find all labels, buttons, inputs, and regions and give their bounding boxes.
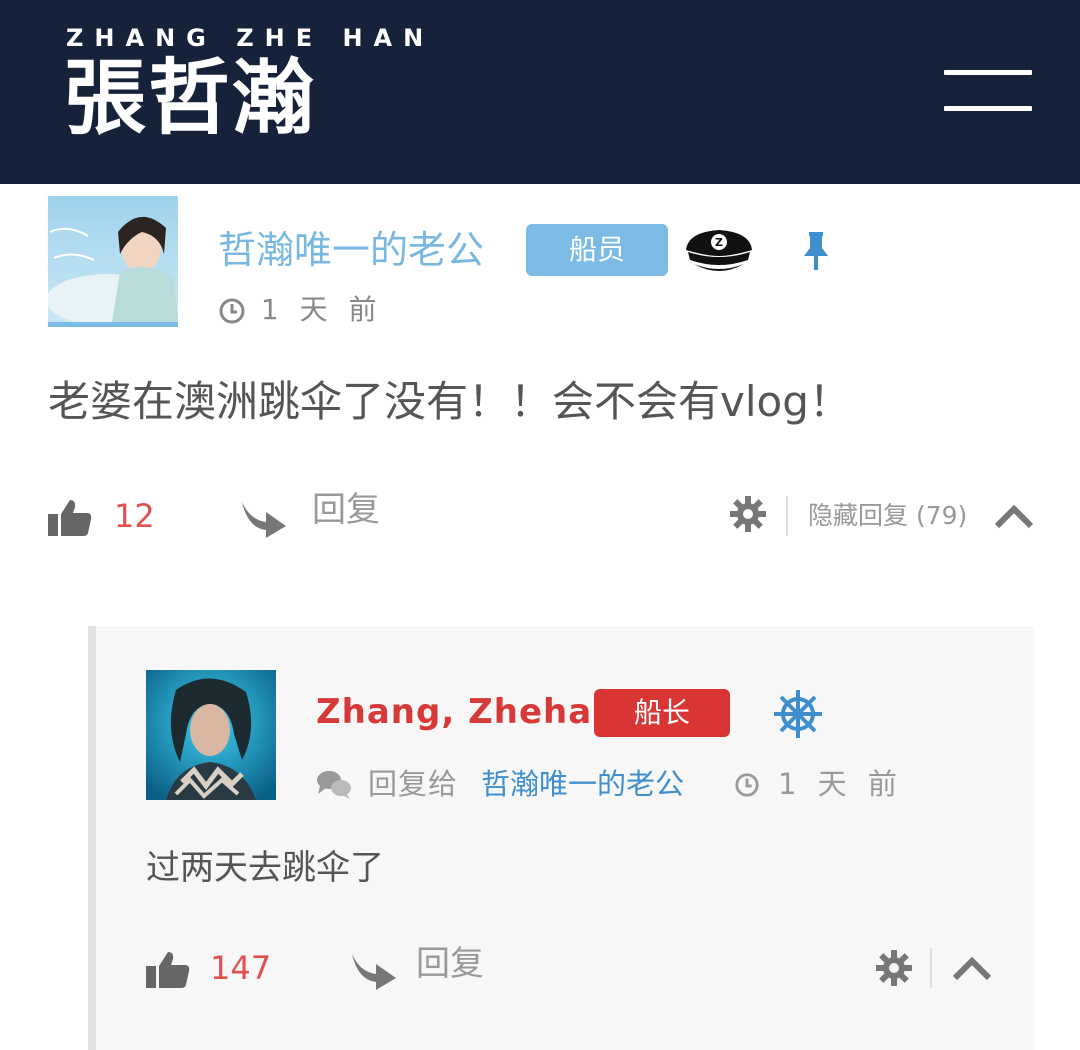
- reply-username[interactable]: Zhang, Zhehan: [316, 688, 617, 736]
- like-count: 147: [210, 949, 272, 987]
- reply-arrow-icon[interactable]: [240, 498, 288, 538]
- role-badge: 船长: [594, 689, 730, 737]
- thumbs-up-icon[interactable]: [48, 498, 92, 538]
- site-header: ZHANG ZHE HAN 張哲瀚: [0, 0, 1080, 184]
- svg-text:Z: Z: [715, 236, 723, 249]
- comment-meta: 1 天 前: [218, 290, 383, 330]
- reply-time: 1 天 前: [778, 767, 903, 801]
- clock-icon: [219, 298, 245, 324]
- gear-icon[interactable]: [730, 496, 766, 532]
- reply-button[interactable]: 回复: [312, 482, 380, 538]
- role-badge: 船员: [526, 224, 668, 276]
- captain-hat-icon: Z: [682, 226, 756, 276]
- divider: [930, 948, 932, 988]
- comment-actions: 12 回复 隐藏回复 (79): [0, 488, 1080, 544]
- comment-body: 老婆在澳洲跳伞了没有！！会不会有vlog！: [48, 377, 851, 426]
- chevron-up-icon[interactable]: [952, 954, 992, 982]
- hide-replies-button[interactable]: 隐藏回复 (79): [808, 488, 967, 544]
- reply-button[interactable]: 回复: [416, 936, 484, 992]
- hamburger-menu-icon[interactable]: [944, 70, 1032, 114]
- ship-wheel-icon: [772, 688, 824, 740]
- reply-actions: 147 回复: [0, 940, 1080, 996]
- reply-body: 过两天去跳伞了: [146, 848, 384, 888]
- gear-icon[interactable]: [876, 950, 912, 986]
- comment-username[interactable]: 哲瀚唯一的老公: [218, 222, 484, 278]
- clock-icon: [735, 773, 759, 797]
- site-logo[interactable]: 張哲瀚: [64, 50, 316, 146]
- pin-icon[interactable]: [800, 230, 832, 272]
- divider: [786, 496, 788, 536]
- chevron-up-icon[interactable]: [994, 502, 1034, 530]
- site-subtitle: ZHANG ZHE HAN: [66, 24, 435, 52]
- comment-avatar[interactable]: [48, 196, 178, 327]
- like-count: 12: [114, 497, 155, 535]
- chat-bubbles-icon: [317, 771, 351, 799]
- reply-arrow-icon[interactable]: [350, 950, 398, 990]
- reply-to-label: 回复给: [368, 767, 459, 801]
- reply-avatar[interactable]: [146, 670, 276, 800]
- comment-time: 1 天 前: [260, 293, 383, 326]
- reply-to-user-link[interactable]: 哲瀚唯一的老公: [481, 762, 684, 806]
- thumbs-up-icon[interactable]: [146, 950, 190, 990]
